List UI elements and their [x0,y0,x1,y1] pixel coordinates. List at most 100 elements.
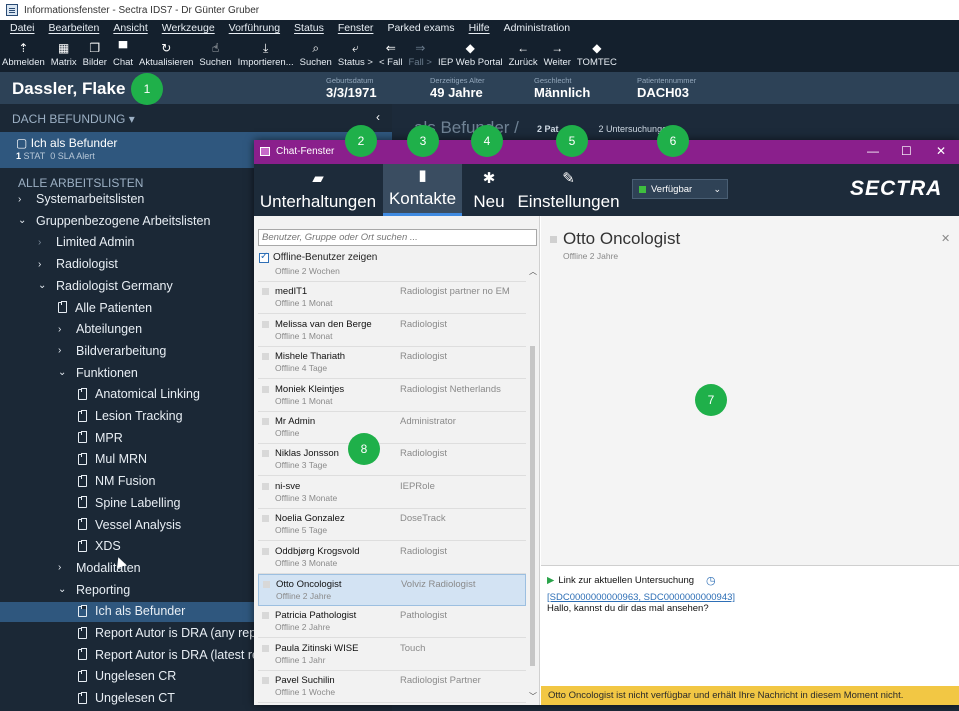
toolbar-button-aktualisieren[interactable]: ↻ Aktualisieren [139,41,193,68]
app-icon [6,4,18,16]
exam-link-row[interactable]: ▶ Link zur aktuellen Untersuchung ◷ [547,574,716,587]
exam-link-ids[interactable]: [SDC0000000000963, SDC0000000000943] [547,592,735,603]
close-icon[interactable]: ✕ [936,144,946,158]
maximize-icon[interactable]: ☐ [901,144,912,158]
contact-row[interactable]: Patricia Pathologist Offline 2 Jahre Patho… [258,606,526,639]
menu-item-parked-exams[interactable]: Parked exams [387,22,454,34]
contact-status: Offline 1 Woche [275,687,336,698]
contact-row[interactable]: medIT1 Offline 1 Monat Radiologist partner… [258,282,526,315]
tree-item-mul-mrn[interactable]: Mul MRN [78,452,147,466]
tab-settings[interactable]: ✎ Einstellungen [516,164,621,216]
contact-row[interactable]: Mr Admin Offline Administrator [258,412,526,444]
tab-contacts[interactable]: ▮ Kontakte [383,164,462,216]
contact-row[interactable]: ni-sve Offline 3 Monate IEPRole [258,477,526,509]
contact-row[interactable]: Oddbjørg Krogsvold Offline 3 Monate Radiol… [258,542,526,574]
tree-item-gruppenbezogene-arbeitslisten[interactable]: ⌄ Gruppenbezogene Arbeitslisten [18,214,210,228]
message-composer[interactable]: ▶ Link zur aktuellen Untersuchung ◷ [SDC… [541,565,959,686]
tree-item-xds[interactable]: XDS [78,539,121,553]
presence-icon [262,482,269,490]
contact-row[interactable]: Paula Zitinski WISE Offline 1 Jahr Touch [258,639,526,671]
contact-status: Offline 1 Jahr [275,654,326,665]
toolbar-button-zur-ck[interactable]: ← Zurück [509,41,538,68]
tree-item-spine-labelling[interactable]: Spine Labelling [78,496,181,510]
show-offline-checkbox[interactable]: Offline-Benutzer zeigen [259,251,377,263]
contact-status: Offline 4 Tage [275,363,328,374]
tree-item-radiologist-germany[interactable]: ⌄ Radiologist Germany [38,279,173,293]
contact-status: Offline 3 Monate [275,557,338,568]
contact-row[interactable]: Noelia Gonzalez Offline 5 Tage DoseTrack [258,509,526,542]
contact-row[interactable]: Otto Oncologist Offline 2 Jahre Volviz Rad… [258,574,526,606]
chat-nav: ▰ Unterhaltungen ▮ Kontakte ✱ Neu ✎ Eins… [254,164,959,216]
toolbar-button-abmelden[interactable]: ⇡ Abmelden [2,41,45,68]
chevron-right-icon: › [58,562,62,574]
tree-item-report-autor-is-dra-latest-rep[interactable]: Report Autor is DRA (latest rep [78,648,266,662]
contact-row[interactable]: Pavel Suchilin Offline 1 Woche Radiologist… [258,671,526,704]
contact-search-input[interactable]: Benutzer, Gruppe oder Ort suchen ... [258,229,537,246]
toolbar-button-bilder[interactable]: ❐ Bilder [83,41,107,68]
toolbar-button-suchen[interactable]: ☝ Suchen [199,41,231,68]
contact-row[interactable]: Moniek Kleintjes Offline 1 Monat Radiologi… [258,380,526,412]
contact-list-scrollbar[interactable]: ︿ ﹀ [528,266,538,702]
tree-item-limited-admin[interactable]: › Limited Admin [38,235,135,249]
callout-4: 4 [471,125,503,157]
menu-item-administration[interactable]: Administration [504,22,571,34]
menu-item-fenster[interactable]: Fenster [338,22,374,34]
tree-item-ungelesen-ct[interactable]: Ungelesen CT [78,691,175,705]
toolbar-button-tomtec[interactable]: ◆ TOMTEC [577,41,617,68]
tree-item-systemarbeitslisten[interactable]: › Systemarbeitslisten [18,192,144,206]
scrollbar-thumb[interactable] [530,346,535,666]
toolbar-button-fall[interactable]: ⇐ < Fall [379,41,403,68]
contact-row[interactable]: Melissa van den Berge Offline 1 Monat Radi… [258,315,526,347]
contact-row[interactable]: Offline 2 Wochen [258,266,526,282]
tree-item-lesion-tracking[interactable]: Lesion Tracking [78,409,183,423]
tree-item-alle-patienten[interactable]: Alle Patienten [58,301,152,315]
worklist-doc-icon [78,431,87,444]
worklist-dropdown[interactable]: DACH BEFUNDUNG ▾ [12,112,135,126]
availability-dropdown[interactable]: Verfügbar ⌄ [632,179,728,199]
close-conversation-icon[interactable]: ✕ [941,232,950,245]
tree-item-bildverarbeitung[interactable]: › Bildverarbeitung [58,344,166,358]
history-icon[interactable]: ◷ [706,574,716,587]
menu-item-status[interactable]: Status [294,22,324,34]
tree-item-ich-als-befunder[interactable]: Ich als Befunder [78,604,185,618]
toolbar-button-suchen[interactable]: ⌕ Suchen [300,41,332,68]
tab-new[interactable]: ✱ Neu [464,164,514,216]
tree-item-reporting[interactable]: ⌄ Reporting [58,583,130,597]
message-text[interactable]: Hallo, kannst du dir das mal ansehen? [547,603,709,614]
tree-item-ungelesen-cr[interactable]: Ungelesen CR [78,669,176,683]
toolbar-button-fall[interactable]: ⇒ Fall > [408,41,432,68]
menu-item-bearbeiten[interactable]: Bearbeiten [49,22,100,34]
menu-item-ansicht[interactable]: Ansicht [113,22,147,34]
tree-item-report-autor-is-dra-any-repor[interactable]: Report Autor is DRA (any repor [78,626,267,640]
menu-item-datei[interactable]: Datei [10,22,35,34]
contact-row[interactable]: Mishele Thariath Offline 4 Tage Radiologis… [258,347,526,380]
menu-item-hilfe[interactable]: Hilfe [469,22,490,34]
chat-window: Chat-Fenster — ☐ ✕ ▰ Unterhaltungen ▮ Ko… [254,140,959,705]
scroll-down-icon[interactable]: ﹀ [529,691,537,702]
window-title: Informationsfenster - Sectra IDS7 - Dr G… [24,4,260,16]
scroll-up-icon[interactable]: ︿ [529,266,537,277]
menu-item-vorf-hrung[interactable]: Vorführung [229,22,280,34]
contact-role: Radiologist [400,351,447,363]
minimize-icon[interactable]: — [867,144,879,158]
tree-item-abteilungen[interactable]: › Abteilungen [58,322,142,336]
contact-name: Mr Admin [275,416,316,427]
toolbar-button-matrix[interactable]: ▦ Matrix [51,41,77,68]
menu-item-werkzeuge[interactable]: Werkzeuge [162,22,215,34]
toolbar-button-weiter[interactable]: → Weiter [544,41,571,68]
toolbar-button-iep-web-portal[interactable]: ◆ IEP Web Portal [438,41,503,68]
tab-conversations[interactable]: ▰ Unterhaltungen [254,164,382,216]
toolbar-button-importieren[interactable]: ⤓ Importieren... [238,41,294,68]
contact-role: Radiologist [400,545,447,557]
tree-item-vessel-analysis[interactable]: Vessel Analysis [78,518,181,532]
tree-item-nm-fusion[interactable]: NM Fusion [78,474,155,488]
tree-item-modalit-ten[interactable]: › Modalitäten [58,561,141,575]
collapse-sidebar-icon[interactable]: ‹ [376,110,380,124]
tree-item-mpr[interactable]: MPR [78,431,123,445]
tree-item-radiologist[interactable]: › Radiologist [38,257,118,271]
toolbar-button-chat[interactable]: ▀ Chat [113,41,133,68]
toolbar-button-status[interactable]: ⤶ Status > [338,41,373,68]
tree-item-anatomical-linking[interactable]: Anatomical Linking [78,387,200,401]
tree-item-funktionen[interactable]: ⌄ Funktionen [58,366,138,380]
contact-row[interactable]: Niklas Jonsson Offline 3 Tage Radiologist [258,444,526,477]
